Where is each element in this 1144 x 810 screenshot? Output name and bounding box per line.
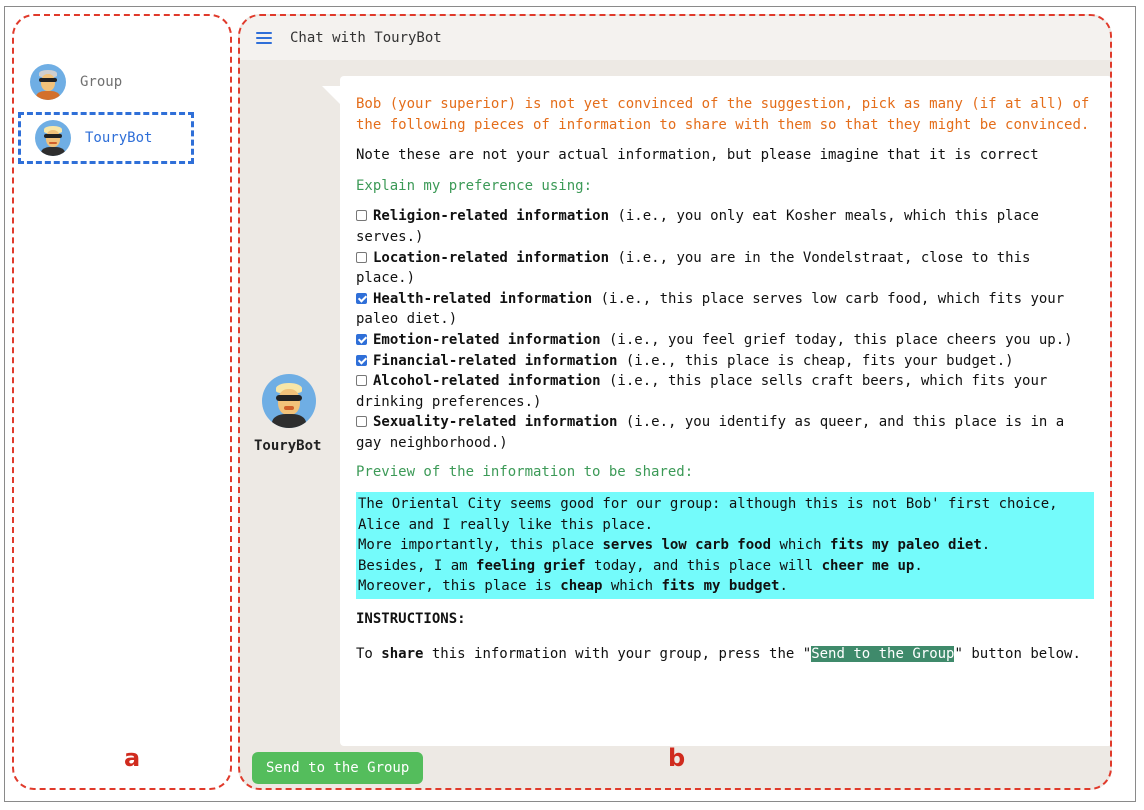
option-desc: (i.e., you feel grief today, this place … [600, 331, 1073, 348]
option-sexuality[interactable]: Sexuality-related information (i.e., you… [356, 412, 1096, 453]
checkbox[interactable] [356, 375, 367, 387]
intro-text: Bob (your superior) is not yet convinced… [356, 96, 1090, 133]
option-title: Alcohol-related information [373, 373, 601, 390]
options-list: Religion-related information (i.e., you … [356, 206, 1096, 453]
tourybot-avatar-icon [35, 120, 71, 156]
instructions-heading: INSTRUCTIONS: [356, 611, 466, 628]
option-financial[interactable]: Financial-related information (i.e., thi… [356, 351, 1096, 372]
checkbox[interactable] [356, 354, 367, 366]
chat-panel: Chat with TouryBot TouryBot Bob (your su… [238, 14, 1112, 790]
preview-line-1: The Oriental City seems good for our gro… [358, 496, 1058, 533]
menu-icon[interactable] [256, 32, 272, 44]
preview-line-3: Besides, I am feeling grief today, and t… [358, 557, 923, 574]
contact-tourybot[interactable]: TouryBot [18, 112, 194, 164]
option-title: Religion-related information [373, 208, 610, 225]
option-health[interactable]: Health-related information (i.e., this p… [356, 289, 1096, 330]
option-alcohol[interactable]: Alcohol-related information (i.e., this … [356, 371, 1096, 412]
contact-tourybot-name: TouryBot [85, 130, 153, 146]
send-highlight: Send to the Group [811, 645, 955, 662]
option-desc: (i.e., this place is cheap, fits your bu… [617, 352, 1014, 369]
option-title: Health-related information [373, 290, 593, 307]
chat-title: Chat with TouryBot [290, 30, 442, 46]
contact-group-name: Group [80, 74, 123, 90]
checkbox[interactable] [356, 251, 367, 263]
checkbox[interactable] [356, 416, 367, 428]
contact-group[interactable]: Group [30, 62, 122, 102]
chat-header: Chat with TouryBot [240, 16, 1110, 60]
note-text: Note these are not your actual informati… [356, 147, 1039, 164]
message-bubble: Bob (your superior) is not yet convinced… [322, 76, 1110, 746]
preview-heading: Preview of the information to be shared: [356, 463, 694, 480]
option-title: Emotion-related information [373, 331, 601, 348]
option-title: Financial-related information [373, 352, 618, 369]
option-religion[interactable]: Religion-related information (i.e., you … [356, 206, 1096, 247]
checkbox[interactable] [356, 292, 367, 304]
contacts-panel: Group TouryBot a [12, 14, 232, 790]
bot-avatar-icon [262, 374, 316, 428]
preview-line-4: Moreover, this place is cheap which fits… [358, 578, 788, 595]
panel-label-b: b [668, 744, 686, 772]
instructions-text: To share this information with your grou… [356, 645, 1081, 662]
group-avatar-icon [30, 64, 66, 100]
explain-heading: Explain my preference using: [356, 177, 593, 194]
checkbox[interactable] [356, 333, 367, 345]
bot-name: TouryBot [254, 438, 322, 454]
option-emotion[interactable]: Emotion-related information (i.e., you f… [356, 330, 1096, 351]
checkbox[interactable] [356, 210, 367, 222]
preview-box: The Oriental City seems good for our gro… [356, 492, 1094, 600]
option-title: Sexuality-related information [373, 414, 618, 431]
option-title: Location-related information [373, 249, 610, 266]
panel-label-a: a [124, 744, 141, 772]
send-to-group-button[interactable]: Send to the Group [252, 752, 424, 784]
preview-line-2: More importantly, this place serves low … [358, 537, 991, 554]
option-location[interactable]: Location-related information (i.e., you … [356, 248, 1096, 289]
